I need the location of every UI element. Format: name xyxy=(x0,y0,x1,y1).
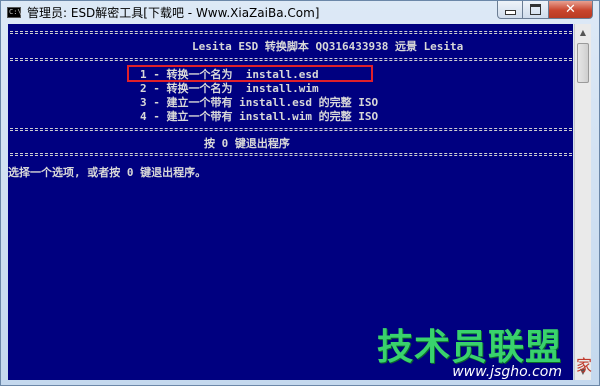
console-icon: C:\ xyxy=(7,6,22,18)
minimize-button[interactable] xyxy=(497,1,523,19)
maximize-button[interactable] xyxy=(523,1,549,19)
window-title: 管理员: ESD解密工具[下载吧 - Www.XiaZaiBa.Com] xyxy=(27,5,320,20)
separator-line xyxy=(10,153,572,156)
scroll-up-icon[interactable]: ▲ xyxy=(575,24,591,41)
title-bar[interactable]: C:\ 管理员: ESD解密工具[下载吧 - Www.XiaZaiBa.Com]… xyxy=(1,1,599,23)
watermark-side-text: 家 xyxy=(575,356,592,375)
menu-option-4: 4 - 建立一个带有 install.wim 的完整 ISO xyxy=(140,110,379,123)
watermark-logo-text: 技术员联盟 xyxy=(376,327,562,368)
window-controls: ✕ xyxy=(497,1,593,19)
minimize-icon xyxy=(504,10,516,15)
close-icon: ✕ xyxy=(565,2,576,17)
maximize-icon xyxy=(530,4,541,15)
scroll-thumb[interactable] xyxy=(577,43,589,83)
menu-option-3: 3 - 建立一个带有 install.esd 的完整 ISO xyxy=(140,96,379,109)
separator-line xyxy=(10,58,572,61)
separator-line xyxy=(10,128,572,131)
watermark-url: www.jsgho.com xyxy=(452,364,562,380)
input-prompt: 选择一个选项, 或者按 0 键退出程序。 xyxy=(8,166,207,179)
separator-line xyxy=(10,31,572,34)
script-header: Lesita ESD 转换脚本 QQ316433938 远景 Lesita xyxy=(192,40,464,53)
close-button[interactable]: ✕ xyxy=(549,1,593,19)
exit-hint: 按 0 键退出程序 xyxy=(204,137,290,150)
highlight-box xyxy=(127,65,373,82)
watermark: 技术员联盟 家 www.jsgho.com xyxy=(350,318,592,384)
menu-option-2: 2 - 转换一个名为 install.wim xyxy=(140,82,319,95)
